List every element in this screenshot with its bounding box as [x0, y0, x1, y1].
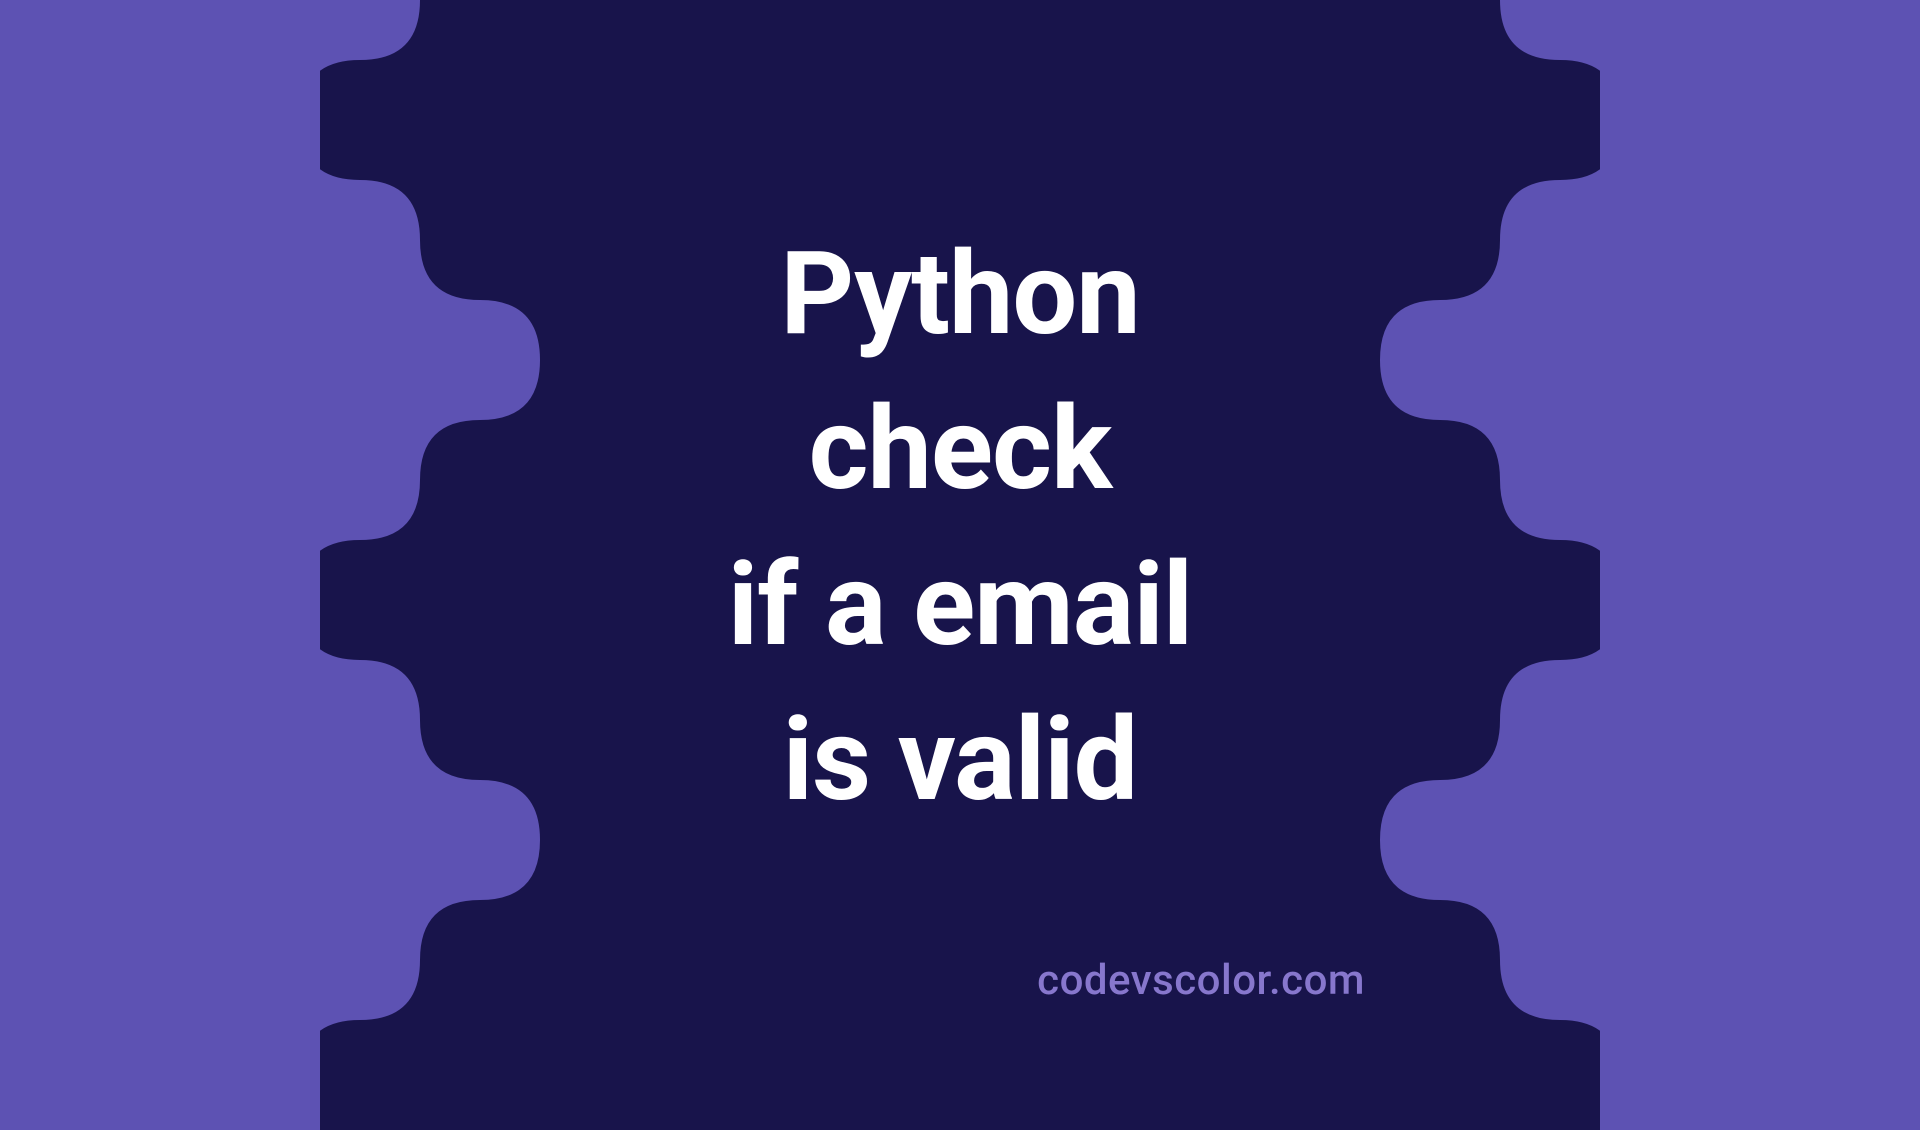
title-container: Python check if a email is valid — [728, 217, 1192, 838]
watermark-text: codevscolor.com — [1037, 956, 1365, 1005]
title-text: Python check if a email is valid — [728, 217, 1192, 838]
title-line-4: is valid — [783, 693, 1138, 828]
banner-container: Python check if a email is valid codevsc… — [0, 0, 1920, 1080]
title-line-2: check — [809, 382, 1112, 517]
title-line-3: if a email — [728, 538, 1192, 673]
title-line-1: Python — [780, 227, 1140, 362]
